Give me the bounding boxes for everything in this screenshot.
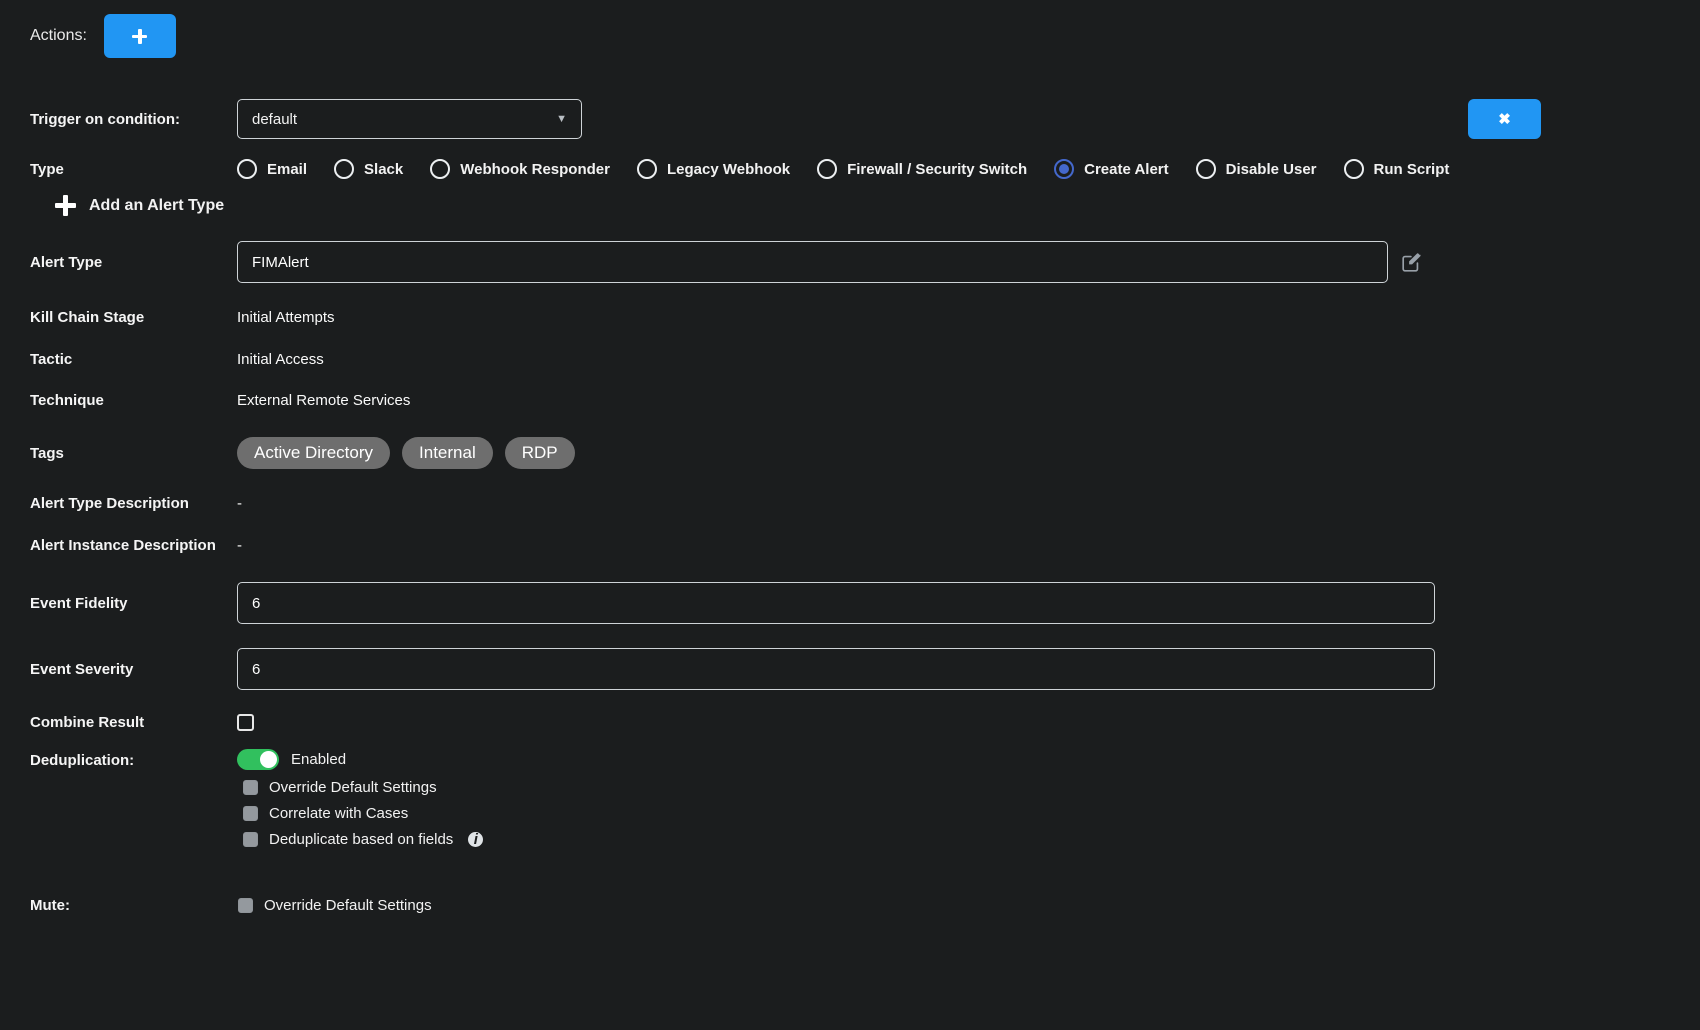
tags-label: Tags — [30, 445, 237, 462]
deduplicate-based-on-fields-checkbox[interactable] — [243, 832, 258, 847]
tags-list: Active Directory Internal RDP — [237, 437, 575, 469]
deduplication-toggle[interactable] — [237, 749, 279, 770]
alert-type-description-value: - — [237, 495, 242, 512]
event-fidelity-input[interactable] — [237, 582, 1435, 624]
trigger-condition-selected-value: default — [252, 111, 297, 128]
edit-icon[interactable] — [1402, 253, 1421, 272]
type-radio-group: Email Slack Webhook Responder Legacy Web… — [237, 159, 1449, 179]
kill-chain-stage-label: Kill Chain Stage — [30, 309, 237, 326]
create-alert-form: Actions: ✖ Trigger on condition: default… — [0, 0, 1700, 1030]
radio-disable-user[interactable]: Disable User — [1196, 159, 1317, 179]
trigger-condition-row: Trigger on condition: default ▼ — [30, 99, 1700, 139]
radio-circle-selected-icon — [1054, 159, 1074, 179]
technique-row: Technique External Remote Services — [30, 392, 1700, 409]
combine-result-row: Combine Result — [30, 714, 1700, 731]
mute-row: Mute: Override Default Settings — [30, 897, 1700, 914]
radio-circle-icon — [1344, 159, 1364, 179]
alert-type-label: Alert Type — [30, 254, 237, 271]
actions-label: Actions: — [30, 27, 87, 45]
tactic-value: Initial Access — [237, 351, 324, 368]
kill-chain-stage-value: Initial Attempts — [237, 309, 335, 326]
trigger-condition-select[interactable]: default ▼ — [237, 99, 582, 139]
override-default-settings-checkbox[interactable] — [243, 780, 258, 795]
combine-result-checkbox[interactable] — [237, 714, 254, 731]
plus-icon — [55, 195, 76, 216]
alert-type-input[interactable] — [237, 241, 1388, 283]
correlate-with-cases-checkbox[interactable] — [243, 806, 258, 821]
radio-circle-icon — [1196, 159, 1216, 179]
deduplicate-based-on-fields-line: Deduplicate based on fields i — [237, 831, 1700, 848]
override-default-settings-line: Override Default Settings — [237, 779, 1700, 796]
deduplication-toggle-label: Enabled — [291, 751, 346, 768]
radio-run-script[interactable]: Run Script — [1344, 159, 1450, 179]
radio-circle-icon — [334, 159, 354, 179]
radio-firewall-security-switch[interactable]: Firewall / Security Switch — [817, 159, 1027, 179]
info-icon[interactable]: i — [468, 832, 483, 847]
add-alert-type-label: Add an Alert Type — [89, 197, 224, 215]
add-alert-type-button[interactable]: Add an Alert Type — [55, 195, 1700, 216]
add-action-button[interactable] — [104, 14, 176, 58]
radio-slack[interactable]: Slack — [334, 159, 403, 179]
combine-result-label: Combine Result — [30, 714, 237, 731]
type-label: Type — [30, 161, 237, 178]
deduplicate-based-on-fields-label: Deduplicate based on fields — [269, 831, 453, 848]
tactic-row: Tactic Initial Access — [30, 351, 1700, 368]
radio-circle-icon — [817, 159, 837, 179]
correlate-with-cases-line: Correlate with Cases — [237, 805, 1700, 822]
event-fidelity-label: Event Fidelity — [30, 595, 237, 612]
radio-circle-icon — [237, 159, 257, 179]
alert-type-row: Alert Type — [30, 241, 1700, 283]
mute-override-label: Override Default Settings — [264, 897, 432, 914]
technique-value: External Remote Services — [237, 392, 410, 409]
radio-circle-icon — [637, 159, 657, 179]
deduplication-row: Deduplication: Enabled Override Default … — [30, 749, 1700, 857]
alert-type-description-label: Alert Type Description — [30, 495, 237, 512]
deduplication-enabled-line: Enabled — [237, 749, 1700, 770]
override-default-settings-label: Override Default Settings — [269, 779, 437, 796]
event-severity-input[interactable] — [237, 648, 1435, 690]
correlate-with-cases-label: Correlate with Cases — [269, 805, 408, 822]
deduplication-label: Deduplication: — [30, 749, 237, 769]
radio-create-alert[interactable]: Create Alert — [1054, 159, 1168, 179]
mute-override-checkbox[interactable] — [238, 898, 253, 913]
trigger-condition-label: Trigger on condition: — [30, 111, 237, 128]
alert-instance-description-value: - — [237, 537, 242, 554]
actions-row: Actions: — [30, 14, 1700, 58]
tactic-label: Tactic — [30, 351, 237, 368]
mute-label: Mute: — [30, 897, 237, 914]
tag-pill[interactable]: RDP — [505, 437, 575, 469]
chevron-down-icon: ▼ — [556, 113, 567, 125]
alert-instance-description-row: Alert Instance Description - — [30, 537, 1700, 554]
event-severity-label: Event Severity — [30, 661, 237, 678]
radio-email[interactable]: Email — [237, 159, 307, 179]
radio-legacy-webhook[interactable]: Legacy Webhook — [637, 159, 790, 179]
close-icon: ✖ — [1498, 110, 1511, 128]
kill-chain-stage-row: Kill Chain Stage Initial Attempts — [30, 309, 1700, 326]
tag-pill[interactable]: Internal — [402, 437, 493, 469]
tags-row: Tags Active Directory Internal RDP — [30, 437, 1700, 469]
tag-pill[interactable]: Active Directory — [237, 437, 390, 469]
plus-icon — [132, 29, 147, 44]
alert-type-description-row: Alert Type Description - — [30, 495, 1700, 512]
radio-circle-icon — [430, 159, 450, 179]
technique-label: Technique — [30, 392, 237, 409]
alert-instance-description-label: Alert Instance Description — [30, 537, 237, 554]
type-row: Type Email Slack Webhook Responder Legac… — [30, 159, 1700, 179]
event-fidelity-row: Event Fidelity — [30, 582, 1700, 624]
event-severity-row: Event Severity — [30, 648, 1700, 690]
radio-webhook-responder[interactable]: Webhook Responder — [430, 159, 610, 179]
remove-action-button[interactable]: ✖ — [1468, 99, 1541, 139]
